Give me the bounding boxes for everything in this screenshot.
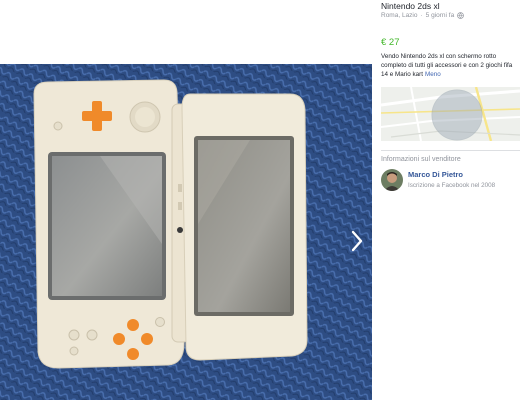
location-map[interactable] xyxy=(381,87,520,141)
show-less-link[interactable]: Meno xyxy=(425,71,441,78)
map-graphic xyxy=(381,87,520,141)
section-divider xyxy=(381,150,520,151)
listing-location: Roma, Lazio xyxy=(381,12,418,19)
console-left-half xyxy=(33,79,185,369)
listing-details-panel: Nintendo 2ds xl Roma, Lazio · 5 giorni f… xyxy=(372,0,520,400)
photo-viewer xyxy=(0,0,372,400)
listing-description: Vendo Nintendo 2ds xl con schermo rotto … xyxy=(381,52,518,79)
meta-separator: · xyxy=(420,12,423,19)
avatar-image xyxy=(381,169,403,191)
description-text: Vendo Nintendo 2ds xl con schermo rotto … xyxy=(381,53,513,78)
listing-meta: Roma, Lazio · 5 giorni fa xyxy=(381,12,465,19)
chevron-right-icon[interactable] xyxy=(348,228,366,254)
listing-title: Nintendo 2ds xl xyxy=(381,1,440,11)
seller-member-since: Iscrizione a Facebook nel 2008 xyxy=(408,182,496,189)
console-right-half xyxy=(181,93,308,361)
seller-avatar[interactable] xyxy=(381,169,403,191)
seller-section-heading: Informazioni sul venditore xyxy=(381,156,461,163)
globe-icon xyxy=(457,12,465,19)
listing-posted-time: 5 giorni fa xyxy=(425,12,455,19)
listing-photo xyxy=(0,64,372,400)
listing-price: € 27 xyxy=(381,37,400,48)
seller-name-link[interactable]: Marco Di Pietro xyxy=(408,170,463,179)
